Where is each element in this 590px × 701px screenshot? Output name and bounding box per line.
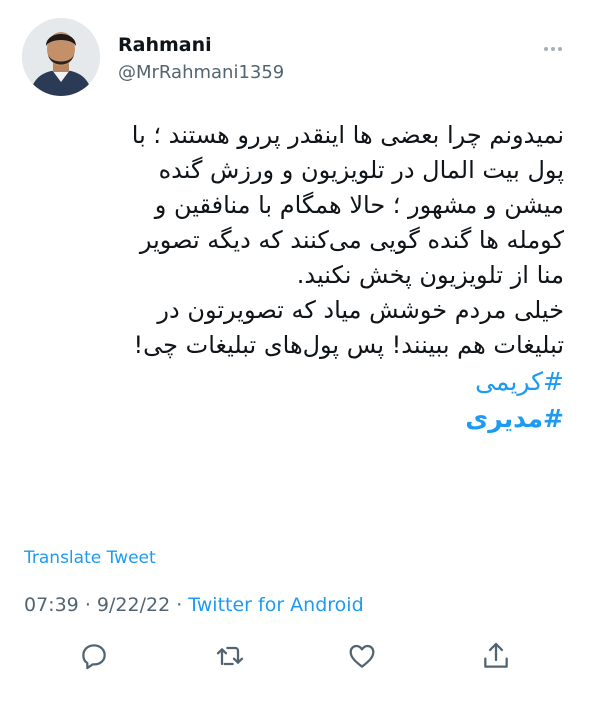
tweet-actions <box>0 636 590 680</box>
tweet-line: نمیدونم چرا بعضی ها اینقدر پررو هستند ؛ … <box>131 121 564 149</box>
heart-icon[interactable] <box>346 640 378 672</box>
tweet-line: پول بیت المال در تلویزیون و ورزش گنده <box>158 156 564 184</box>
share-icon[interactable] <box>480 640 512 672</box>
reply-icon[interactable] <box>78 640 110 672</box>
tweet-time[interactable]: 07:39 <box>24 594 79 616</box>
tweet-line: خیلی مردم خوشش میاد که تصویرتون در <box>157 296 564 324</box>
hashtag-link[interactable]: #کریمی <box>16 363 564 400</box>
meta-separator: · <box>176 594 183 616</box>
tweet-source-link[interactable]: Twitter for Android <box>188 594 363 616</box>
tweet-line: تبلیغات هم ببینند! پس پول‌های تبلیغات چی… <box>133 331 564 359</box>
display-name[interactable]: Rahmani <box>118 34 212 56</box>
more-dots-icon[interactable] <box>544 36 568 51</box>
hashtag-link[interactable]: #مدیری <box>16 400 564 437</box>
tweet-line: میشن و مشهور ؛ حالا همگام با منافقین و <box>154 191 564 219</box>
translate-tweet-link[interactable]: Translate Tweet <box>24 548 156 568</box>
tweet-text: نمیدونم چرا بعضی ها اینقدر پررو هستند ؛ … <box>16 118 564 437</box>
avatar[interactable] <box>22 18 100 96</box>
tweet-line: کومله ها گنده گویی می‌کنند که دیگه تصویر <box>139 226 564 254</box>
user-handle[interactable]: @MrRahmani1359 <box>118 62 284 83</box>
tweet-line: منا از تلویزیون پخش نکنید. <box>296 261 564 289</box>
meta-separator: · <box>84 594 91 616</box>
tweet-card: Rahmani @MrRahmani1359 نمیدونم چرا بعضی … <box>0 0 590 701</box>
tweet-meta: 07:39 · 9/22/22 · Twitter for Android <box>24 594 364 616</box>
tweet-date[interactable]: 9/22/22 <box>97 594 170 616</box>
retweet-icon[interactable] <box>214 640 246 672</box>
tweet-header: Rahmani @MrRahmani1359 <box>22 18 572 98</box>
